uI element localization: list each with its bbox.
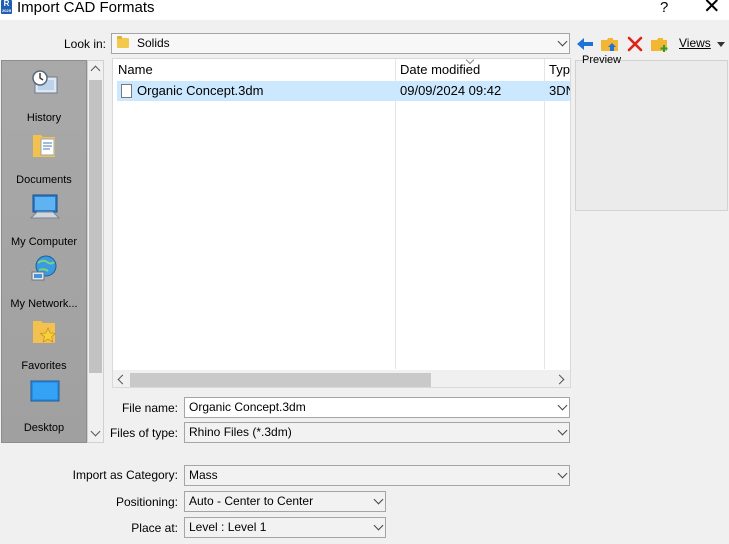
look-in-label: Look in: [63, 37, 106, 51]
places-bar: History Documents My Computer My Network… [1, 60, 87, 443]
window-title: Import CAD Formats [17, 0, 155, 16]
file-name-input[interactable]: Organic Concept.3dm [184, 397, 570, 418]
place-my-network-label: My Network... [10, 298, 78, 310]
new-folder-icon[interactable] [650, 35, 670, 53]
column-header-name[interactable]: Name [113, 59, 395, 80]
place-at-label: Place at: [131, 521, 178, 535]
place-history[interactable]: History [2, 63, 86, 125]
positioning-value: Auto - Center to Center [189, 494, 314, 508]
up-folder-icon[interactable] [600, 35, 620, 53]
file-icon [121, 84, 132, 98]
hscroll-thumb[interactable] [130, 373, 431, 387]
chevron-down-icon[interactable] [373, 520, 384, 531]
files-of-type-select[interactable]: Rhino Files (*.3dm) [184, 422, 570, 443]
column-divider[interactable] [395, 59, 396, 369]
history-icon [32, 70, 58, 94]
preview-label: Preview [582, 54, 622, 66]
delete-icon[interactable] [625, 35, 645, 53]
app-icon-letter: R [3, 0, 10, 8]
look-in-value: Solids [137, 36, 170, 50]
chevron-down-icon[interactable] [557, 400, 568, 411]
chevron-down-icon[interactable] [557, 425, 568, 436]
close-button[interactable]: ✕ [703, 0, 721, 18]
place-desktop[interactable]: Desktop [2, 373, 86, 435]
preview-pane [575, 60, 728, 211]
positioning-select[interactable]: Auto - Center to Center [184, 491, 386, 512]
place-documents-label: Documents [16, 174, 72, 186]
place-favorites[interactable]: Favorites [2, 311, 86, 373]
look-in-combo[interactable]: Solids [111, 33, 570, 54]
files-of-type-label: Files of type: [109, 426, 178, 440]
import-category-select[interactable]: Mass [184, 465, 570, 486]
chevron-down-icon [557, 36, 568, 47]
place-my-network[interactable]: My Network... [2, 249, 86, 311]
place-at-value: Level : Level 1 [189, 520, 267, 534]
file-type-cell: 3DN [549, 83, 570, 98]
documents-icon [33, 135, 55, 157]
chevron-down-icon[interactable] [373, 494, 384, 505]
place-desktop-label: Desktop [23, 422, 65, 434]
place-favorites-label: Favorites [21, 360, 67, 372]
favorites-icon [33, 321, 57, 343]
column-header-type[interactable]: Typ [544, 59, 570, 80]
place-my-computer-label: My Computer [10, 236, 78, 248]
import-category-label: Import as Category: [72, 468, 178, 482]
views-label: Views [679, 36, 711, 50]
back-arrow-icon[interactable] [575, 35, 595, 53]
views-menu-button[interactable]: Views [679, 36, 711, 50]
views-dropdown-icon[interactable] [717, 42, 725, 47]
place-documents[interactable]: Documents [2, 125, 86, 187]
file-name-label: File name: [121, 401, 178, 415]
computer-icon [29, 194, 61, 219]
file-name-cell[interactable]: Organic Concept.3dm [137, 81, 263, 101]
positioning-label: Positioning: [115, 495, 178, 509]
place-my-computer[interactable]: My Computer [2, 187, 86, 249]
file-date-cell: 09/09/2024 09:42 [400, 83, 502, 98]
file-name-value: Organic Concept.3dm [189, 400, 306, 414]
files-of-type-value: Rhino Files (*.3dm) [189, 425, 292, 439]
chevron-down-icon[interactable] [557, 468, 568, 479]
column-divider[interactable] [544, 59, 545, 369]
folder-icon [117, 36, 129, 48]
help-button[interactable]: ? [660, 0, 668, 17]
import-category-value: Mass [189, 468, 218, 482]
places-scroll-thumb[interactable] [89, 80, 102, 373]
file-list[interactable]: Name Date modified Typ Organic Concept.3… [112, 58, 571, 388]
network-icon [31, 255, 57, 281]
desktop-icon [30, 380, 60, 402]
place-history-label: History [26, 112, 62, 124]
place-at-select[interactable]: Level : Level 1 [184, 517, 386, 538]
revit-app-icon: R 2025 [1, 0, 12, 14]
app-icon-year: 2025 [2, 8, 11, 13]
